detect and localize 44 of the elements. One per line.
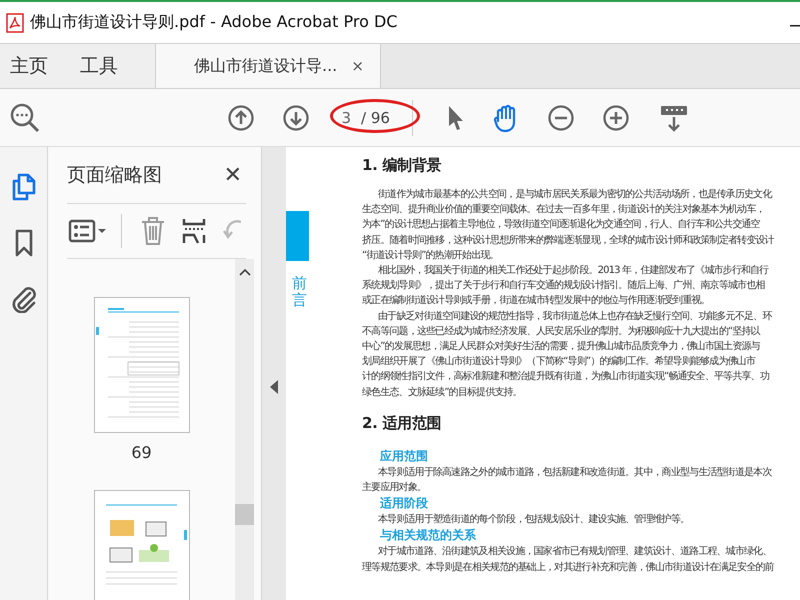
close-tab-button[interactable]: ×	[347, 57, 368, 75]
document-tab[interactable]: 佛山市街道设计导... ×	[156, 44, 381, 88]
subsection-heading: 应用范围	[380, 448, 429, 465]
body-paragraph: 本导则适用于除高速路之外的城市道路，包括新建和改造街道。其中，商业型与生活型街道是本次 主要应用对象。	[362, 466, 773, 496]
pages-icon[interactable]	[10, 173, 36, 201]
scroll-up-icon[interactable]	[238, 268, 250, 276]
keyboard-icon[interactable]	[660, 104, 688, 132]
zoom-out-icon[interactable]	[548, 104, 574, 130]
arrow-up-icon[interactable]	[228, 104, 254, 130]
arrow-down-icon[interactable]	[283, 104, 309, 130]
zoom-in-icon[interactable]	[602, 104, 629, 130]
insert-page-icon[interactable]	[182, 217, 206, 245]
section-tab-label: 前言	[292, 275, 307, 308]
acrobat-logo-icon	[6, 12, 24, 32]
body-paragraph: 街道作为城市最基本的公共空间，是与城市居民关系最为密切的公共活动场所，也是传承历史文化 生态空间、提升商业价值的重要空间载体。在过去一百多年里，街道设计的关注对象基本为机动车， 为本”的设计思想占据着主导地位，导致街道空间逐渐退化为交通空间，行人、自行车和公共交通空 挤压。随着时间推移，这种设计思想所带来的弊端逐渐显现，全球的城市设计师和政策制定者转变设计 “街道设计导则”的热潮开始出现。	[362, 188, 776, 263]
page-thumbnail[interactable]	[94, 490, 190, 600]
body-paragraph: 本导则适用于塑造街道的每个阶段，包括规划设计、建设实施、管理维护等。	[377, 512, 690, 528]
body-paragraph: 对于城市道路、沿街建筑及相关设施，国家省市已有规划管理、建筑设计、道路工程、城市绿化、 理等规范要求。本导则是在相关规范的基础上，对其进行补充和完善，佛山市街道设计在满足安全的前	[362, 544, 775, 575]
page-number-label: 69	[131, 443, 152, 462]
page-count: / 96	[361, 108, 390, 126]
subsection-heading: 适用阶段	[380, 495, 429, 512]
search-icon[interactable]	[10, 102, 40, 132]
document-tab-label: 佛山市街道设计导...	[194, 56, 338, 76]
panel-title: 页面缩略图	[67, 163, 162, 188]
close-panel-button[interactable]: ✕	[220, 162, 246, 188]
scrollbar[interactable]	[235, 259, 254, 600]
section-heading: 1. 编制背景	[362, 156, 442, 175]
section-tab-marker	[286, 211, 309, 261]
trash-icon[interactable]	[140, 216, 166, 246]
list-options-icon[interactable]	[67, 217, 107, 245]
paperclip-icon[interactable]	[10, 285, 38, 313]
body-paragraph: 由于缺乏对街道空间建设的规范性指导，我市街道总体上也存在缺乏慢行空间、功能多元不足、环 不高等问题，这些已经成为城市经济发展、人民安居乐业的掣肘。为积极响应十九大提出的“坚持以 中心”的发展思想，满足人民群众对美好生活的需要，提升佛山城市品质竞争力，佛山市国土资源与 划局组织开展了《佛山市街道设计导则》（下简称“导则”）的编制工作。希望导则能够成为佛山市 计的纲领性指引文件，高标准新建和整治提升既有街道，为佛山市街道实现“畅通安全、平等共享、功 绿色生态、文脉延续”的目标提供支持。	[362, 310, 773, 400]
scrollbar-thumb[interactable]	[235, 504, 254, 525]
body-paragraph: 相比国外，我国关于街道的相关工作还处于起步阶段。2013 年，住建部发布了《城市步行和自行 系统规划导则》，提出了关于步行和自行车交通的规划设计指引。随后上海、广州、南京等城市也相 或正在编制街道设计导则或手册，街道在城市转型发展中的地位与作用逐渐受到重视。	[362, 264, 770, 308]
collapse-panel-icon[interactable]	[270, 380, 278, 394]
home-tab[interactable]: 主页	[10, 44, 48, 88]
subsection-heading: 与相关规范的关系	[380, 527, 477, 544]
bookmark-icon[interactable]	[14, 229, 34, 257]
page-number-field[interactable]: 3	[325, 108, 351, 126]
page-thumbnail[interactable]	[94, 297, 190, 433]
section-heading: 2. 适用范围	[362, 414, 442, 433]
minimize-icon[interactable]	[790, 24, 800, 28]
tools-tab[interactable]: 工具	[80, 44, 118, 88]
window-title: 佛山市街道设计导则.pdf - Adobe Acrobat Pro DC	[30, 12, 398, 33]
